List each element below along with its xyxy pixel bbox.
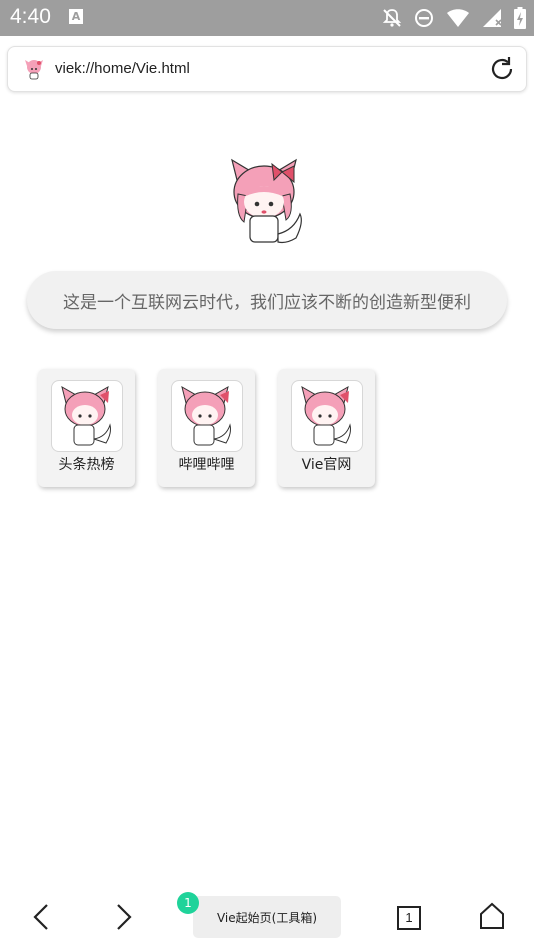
url-field[interactable]: viek://home/Vie.html: [55, 60, 190, 77]
shortcut-vie-official[interactable]: Vie官网: [278, 369, 375, 487]
anime-avatar-icon: [24, 58, 44, 80]
bottom-toolbar: Vie起始页(工具箱) 1 1: [0, 880, 534, 951]
refresh-icon[interactable]: [488, 55, 516, 83]
battery-icon: [514, 7, 526, 33]
shortcut-icon: [171, 380, 243, 452]
address-bar[interactable]: viek://home/Vie.html: [7, 46, 527, 92]
shortcut-bilibili[interactable]: 哔哩哔哩: [158, 369, 255, 487]
wifi-icon: [446, 8, 470, 32]
mascot-image: [224, 154, 308, 246]
shortcut-toutiao-hot[interactable]: 头条热榜: [38, 369, 135, 487]
shortcut-label: 哔哩哔哩: [178, 457, 235, 473]
shortcut-icon: [291, 380, 363, 452]
tabs-icon[interactable]: 1: [397, 906, 421, 930]
back-arrow-icon[interactable]: [27, 902, 55, 932]
shortcut-label: 头条热榜: [58, 457, 115, 473]
tab-count-badge: 1: [177, 892, 199, 914]
signal-icon: [482, 8, 502, 32]
forward-arrow-icon[interactable]: [110, 902, 138, 932]
page-title: Vie起始页(工具箱): [216, 910, 318, 925]
keyboard-indicator-icon: A: [69, 9, 83, 24]
shortcut-label: Vie官网: [301, 457, 352, 473]
status-icons: [382, 7, 526, 33]
status-bar: 4:40 A: [0, 0, 534, 36]
home-icon[interactable]: [479, 902, 505, 930]
do-not-disturb-icon: [414, 8, 434, 32]
shortcut-icon: [51, 380, 123, 452]
current-page-button[interactable]: Vie起始页(工具箱): [193, 896, 341, 938]
slogan-text: 这是一个互联网云时代，我们应该不断的创造新型便利: [63, 292, 471, 313]
status-time: 4:40: [10, 5, 51, 28]
notifications-off-icon: [382, 8, 402, 32]
slogan-banner: 这是一个互联网云时代，我们应该不断的创造新型便利: [27, 271, 507, 329]
